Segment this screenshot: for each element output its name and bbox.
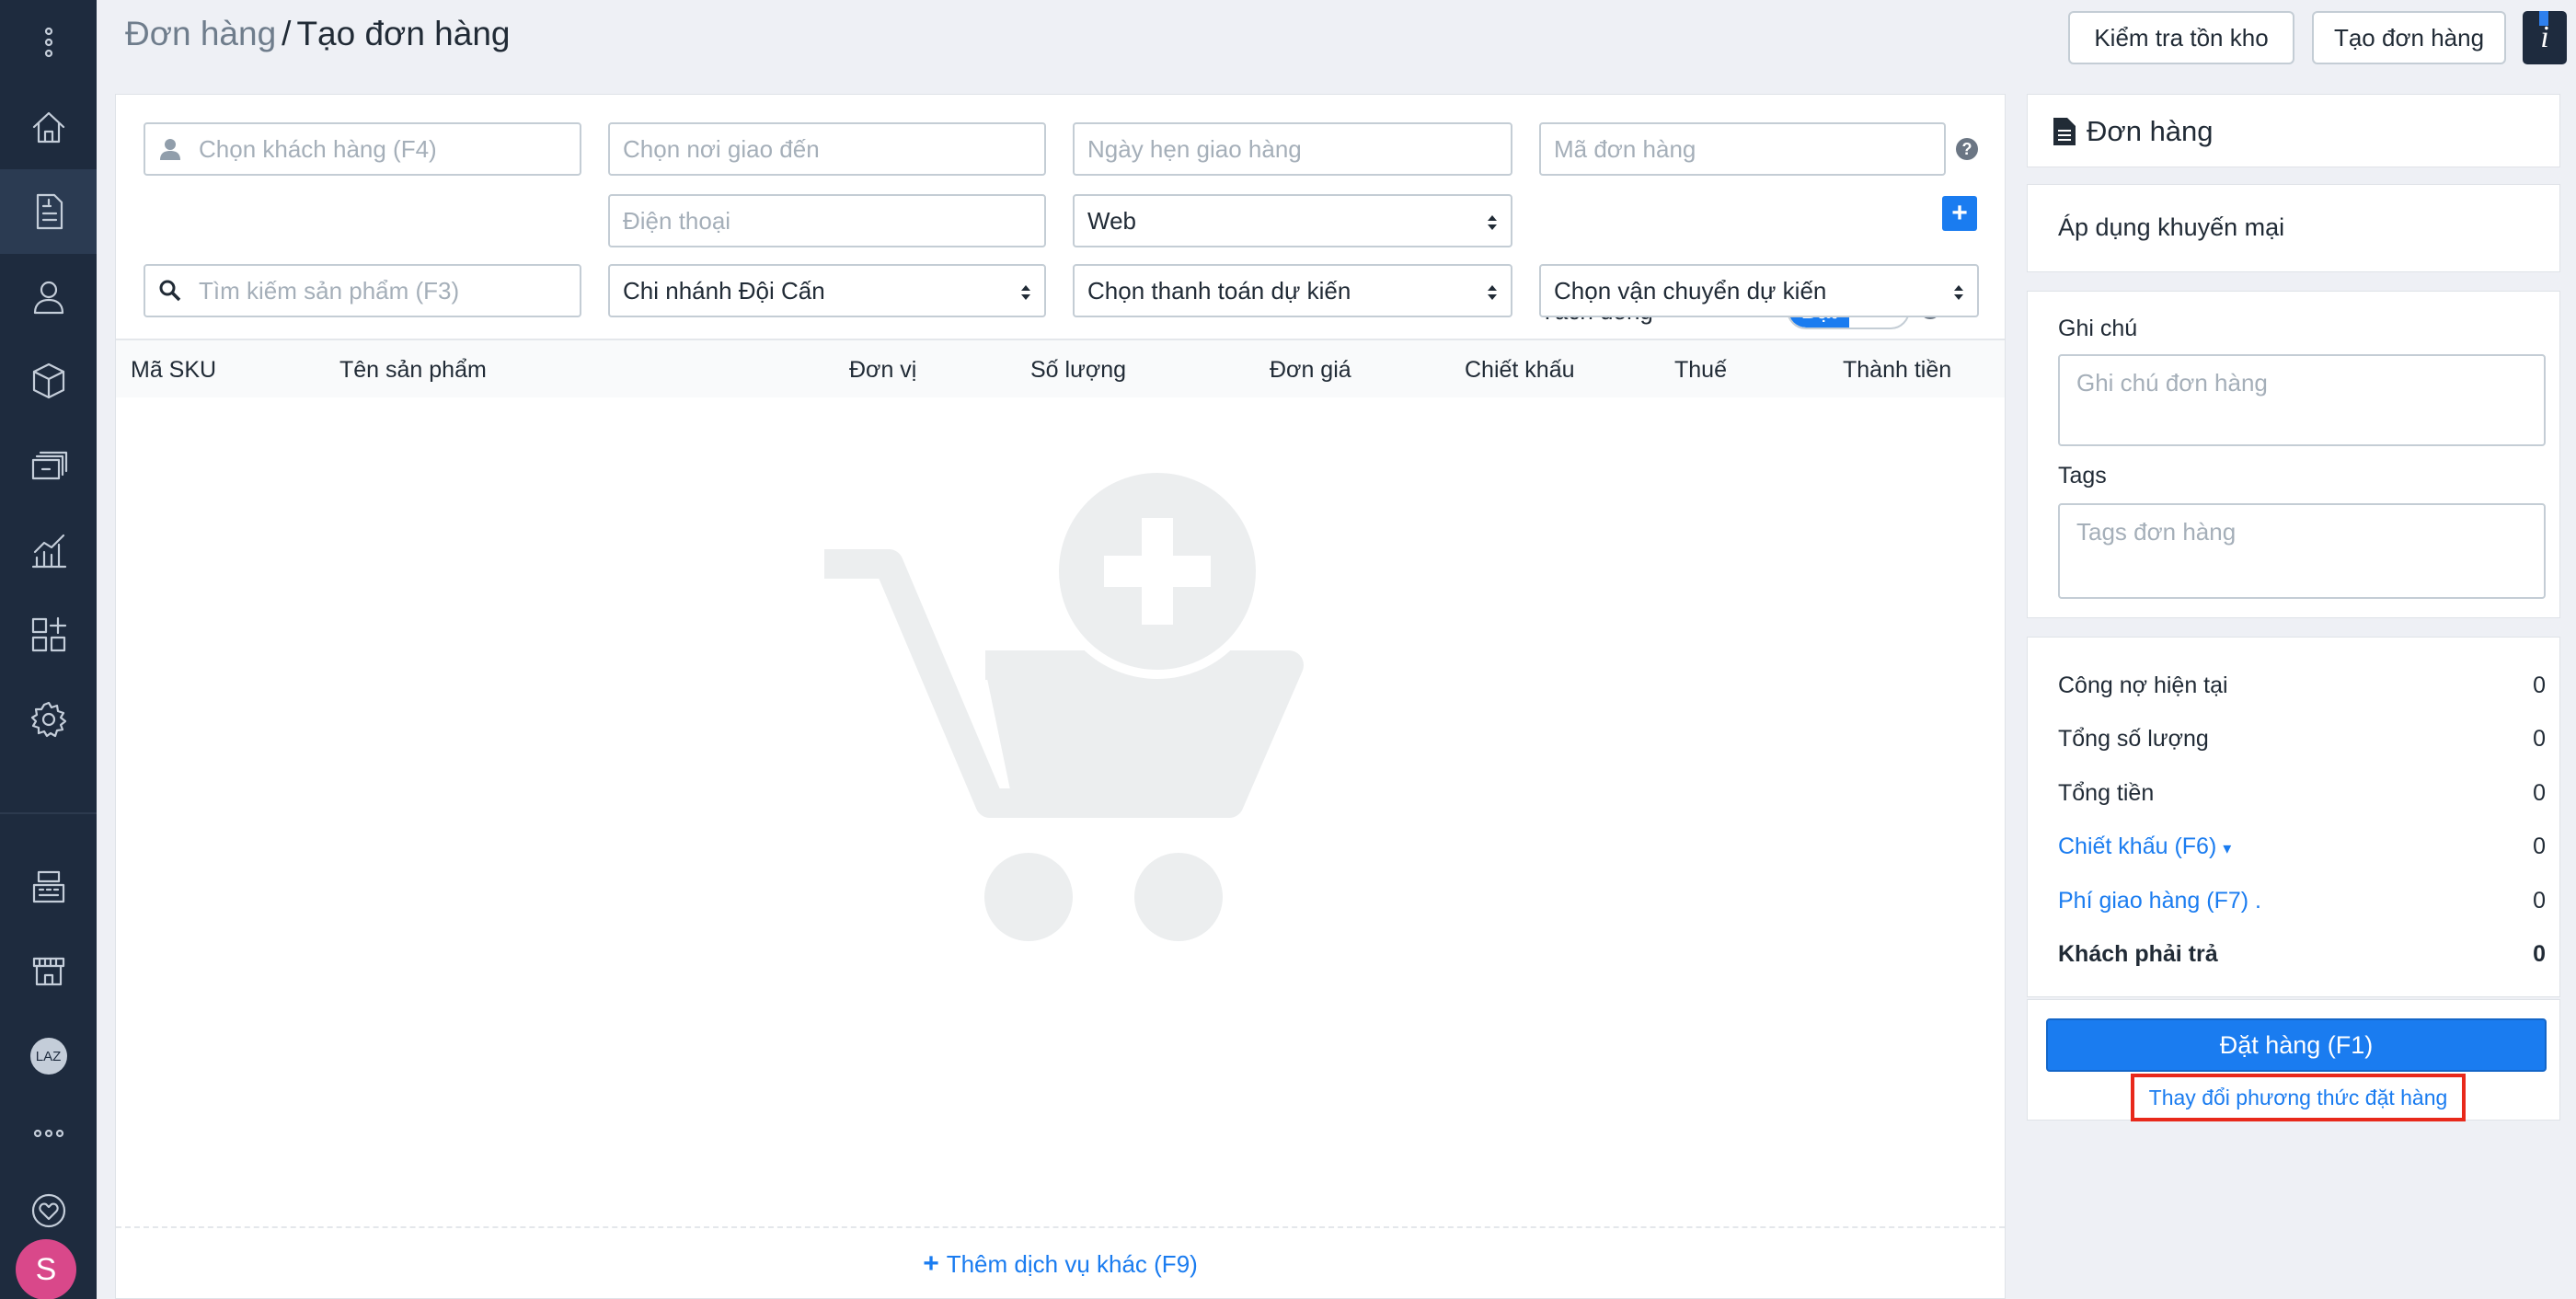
discount-row: Chiết khấu (F6) ▾ 0 <box>2058 833 2546 860</box>
payment-value: Chọn thanh toán dự kiến <box>1087 276 1351 305</box>
order-document-icon[interactable] <box>0 169 97 254</box>
place-order-card: Đặt hàng (F1) Thay đổi phương thức đặt h… <box>2027 999 2560 1121</box>
home-icon[interactable] <box>0 85 97 169</box>
order-code-input[interactable]: Mã đơn hàng <box>1539 122 1946 176</box>
column-header-tax: Thuế <box>1674 357 1727 383</box>
total-amount-row: Tổng tiền 0 <box>2058 780 2546 806</box>
source-value: Web <box>1087 206 1136 235</box>
lazada-icon[interactable]: LAZ <box>0 1014 97 1098</box>
page-title: Tạo đơn hàng <box>296 15 511 52</box>
storefront-icon[interactable] <box>0 929 97 1014</box>
phone-placeholder: Điện thoại <box>623 206 731 235</box>
breadcrumb: Đơn hàng / Tạo đơn hàng <box>125 15 510 53</box>
product-table-header: Mã SKU Tên sản phẩm Đơn vị Số lượng Đơn … <box>116 339 2005 397</box>
breadcrumb-separator: / <box>282 15 292 52</box>
delivery-date-placeholder: Ngày hẹn giao hàng <box>1087 134 1302 163</box>
column-header-sku: Mã SKU <box>131 357 217 383</box>
more-dots-icon[interactable] <box>0 1091 97 1176</box>
column-header-total: Thành tiền <box>1843 357 1952 383</box>
empty-cart-add-icon <box>824 464 1304 941</box>
user-avatar[interactable]: S <box>16 1239 76 1299</box>
tags-label: Tags <box>2058 463 2107 489</box>
sidebar-divider <box>0 812 97 814</box>
shipping-value: Chọn vận chuyển dự kiến <box>1554 276 1827 305</box>
column-header-unit: Đơn vị <box>849 357 917 383</box>
select-arrows-icon <box>1954 285 1963 300</box>
delivery-place-select[interactable]: Chọn nơi giao đến <box>608 122 1046 176</box>
product-search-input[interactable]: Tìm kiếm sản phẩm (F3) <box>144 264 581 317</box>
menu-dots-icon[interactable] <box>0 0 97 85</box>
note-tags-card: Ghi chú Ghi chú đơn hàng Tags Tags đơn h… <box>2027 291 2560 618</box>
phone-input[interactable]: Điện thoại <box>608 194 1046 247</box>
order-card-title: Đơn hàng <box>2053 115 2214 148</box>
add-other-service-label: Thêm dịch vụ khác (F9) <box>946 1249 1198 1278</box>
apply-promotion-link[interactable]: Áp dụng khuyến mại <box>2058 213 2284 242</box>
note-placeholder: Ghi chú đơn hàng <box>2076 369 2268 397</box>
tags-placeholder: Tags đơn hàng <box>2076 518 2237 546</box>
delivery-date-input[interactable]: Ngày hẹn giao hàng <box>1073 122 1512 176</box>
promotion-card: Áp dụng khuyến mại <box>2027 184 2560 272</box>
total-quantity-row: Tổng số lượng 0 <box>2058 726 2546 752</box>
customer-icon <box>160 139 180 160</box>
customer-select[interactable]: Chọn khách hàng (F4) <box>144 122 581 176</box>
column-header-unit-price: Đơn giá <box>1270 357 1351 383</box>
document-icon <box>2053 118 2076 145</box>
order-code-placeholder: Mã đơn hàng <box>1554 134 1696 163</box>
shipping-fee-link[interactable]: Phí giao hàng (F7) . <box>2058 888 2261 914</box>
branch-value: Chi nhánh Đội Cấn <box>623 276 825 305</box>
order-code-help-icon[interactable]: ? <box>1956 138 1978 160</box>
tags-input[interactable]: Tags đơn hàng <box>2058 503 2546 599</box>
current-debt-row: Công nợ hiện tại 0 <box>2058 672 2546 698</box>
column-header-discount: Chiết khấu <box>1465 357 1575 383</box>
discount-link[interactable]: Chiết khấu (F6) ▾ <box>2058 833 2231 860</box>
product-box-icon[interactable] <box>0 339 97 423</box>
apps-icon[interactable] <box>0 592 97 677</box>
check-stock-button[interactable]: Kiểm tra tồn kho <box>2068 11 2294 64</box>
select-arrows-icon <box>1488 215 1497 230</box>
totals-card: Công nợ hiện tại 0 Tổng số lượng 0 Tổng ti… <box>2027 637 2560 997</box>
order-summary-title-card: Đơn hàng <box>2027 94 2560 167</box>
search-icon <box>159 280 181 302</box>
add-other-service-button[interactable]: + Thêm dịch vụ khác (F9) <box>116 1226 2005 1299</box>
payment-select[interactable]: Chọn thanh toán dự kiến <box>1073 264 1512 317</box>
settings-gear-icon[interactable] <box>0 677 97 762</box>
customer-pays-row: Khách phải trả 0 <box>2058 941 2546 967</box>
report-chart-icon[interactable] <box>0 508 97 592</box>
caret-down-icon: ▾ <box>2223 839 2232 857</box>
column-header-product-name: Tên sản phẩm <box>339 357 487 383</box>
sidebar: LAZ S <box>0 0 97 1299</box>
customer-placeholder: Chọn khách hàng (F4) <box>199 134 437 163</box>
note-label: Ghi chú <box>2058 316 2138 341</box>
shipping-fee-row: Phí giao hàng (F7) .0 <box>2058 888 2546 914</box>
delivery-place-placeholder: Chọn nơi giao đến <box>623 134 820 163</box>
product-search-placeholder: Tìm kiếm sản phẩm (F3) <box>199 276 460 305</box>
change-order-method-link[interactable]: Thay đổi phương thức đặt hàng <box>2131 1074 2466 1121</box>
customer-icon[interactable] <box>0 254 97 339</box>
select-arrows-icon <box>1488 285 1497 300</box>
cashbook-icon[interactable] <box>0 423 97 508</box>
bookmark-icon <box>2539 11 2548 26</box>
select-arrows-icon <box>1021 285 1030 300</box>
shipping-select[interactable]: Chọn vận chuyển dự kiến <box>1539 264 1979 317</box>
info-icon[interactable]: i <box>2523 11 2567 64</box>
plus-icon: + <box>923 1248 939 1279</box>
note-textarea[interactable]: Ghi chú đơn hàng <box>2058 354 2546 446</box>
create-order-button[interactable]: Tạo đơn hàng <box>2312 11 2506 64</box>
add-field-button[interactable]: + <box>1942 196 1977 231</box>
breadcrumb-orders-link[interactable]: Đơn hàng <box>125 15 276 52</box>
pos-register-icon[interactable] <box>0 845 97 929</box>
order-form-panel: Chọn khách hàng (F4) Chọn nơi giao đến N… <box>115 94 2006 1299</box>
source-select[interactable]: Web <box>1073 194 1512 247</box>
place-order-button[interactable]: Đặt hàng (F1) <box>2046 1018 2547 1072</box>
column-header-quantity: Số lượng <box>1030 357 1127 383</box>
branch-select[interactable]: Chi nhánh Đội Cấn <box>608 264 1046 317</box>
